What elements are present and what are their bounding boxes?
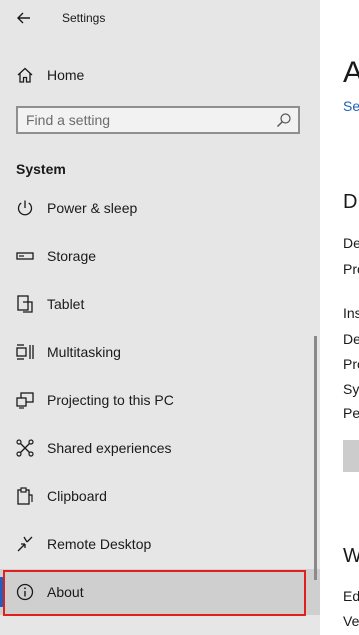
projecting-icon bbox=[16, 392, 34, 409]
nav-home-label: Home bbox=[47, 67, 85, 83]
storage-icon bbox=[16, 252, 34, 260]
scrollbar[interactable] bbox=[314, 336, 317, 580]
content-pane: A Se D De Pro Ins De Pro Sy Pe W Ed Ve bbox=[320, 0, 359, 635]
nav-item-label: Clipboard bbox=[47, 488, 107, 504]
content-link[interactable]: Se bbox=[343, 98, 359, 114]
nav-item-power-sleep[interactable]: Power & sleep bbox=[0, 185, 320, 231]
clipboard-icon bbox=[17, 487, 33, 505]
spec-row-label: Pe bbox=[343, 405, 359, 421]
home-icon bbox=[17, 67, 33, 83]
search-box[interactable] bbox=[16, 106, 300, 134]
nav-item-label: Tablet bbox=[47, 296, 85, 312]
nav-item-remote-desktop[interactable]: Remote Desktop bbox=[0, 521, 320, 567]
section-heading: D bbox=[343, 191, 358, 213]
nav-item-tablet[interactable]: Tablet bbox=[0, 281, 320, 327]
spec-row-label: Ed bbox=[343, 588, 359, 604]
navigation-pane: Settings Home System Power & sleep Stora… bbox=[0, 0, 320, 635]
copy-button[interactable] bbox=[343, 440, 359, 472]
nav-item-label: Projecting to this PC bbox=[47, 392, 174, 408]
page-title: A bbox=[343, 56, 359, 89]
nav-item-label: Power & sleep bbox=[47, 200, 138, 216]
nav-item-about[interactable]: About bbox=[0, 569, 320, 615]
nav-item-projecting[interactable]: Projecting to this PC bbox=[0, 377, 320, 423]
shared-experiences-icon bbox=[16, 439, 34, 457]
section-heading: W bbox=[343, 545, 359, 567]
back-button[interactable] bbox=[12, 6, 36, 30]
nav-item-label: About bbox=[47, 584, 84, 600]
nav-home[interactable]: Home bbox=[0, 58, 320, 92]
nav-item-label: Remote Desktop bbox=[47, 536, 152, 552]
remote-desktop-icon bbox=[17, 536, 33, 552]
spec-row-label: Sy bbox=[343, 381, 359, 397]
nav-item-multitasking[interactable]: Multitasking bbox=[0, 329, 320, 375]
power-icon bbox=[17, 200, 33, 216]
section-title: System bbox=[16, 161, 66, 177]
multitasking-icon bbox=[16, 344, 34, 360]
title-bar: Settings bbox=[0, 0, 320, 36]
search-icon[interactable] bbox=[276, 112, 292, 128]
selection-indicator bbox=[0, 577, 4, 607]
search-input[interactable] bbox=[26, 111, 266, 129]
info-icon bbox=[16, 583, 34, 601]
spec-row-label: Ins bbox=[343, 305, 359, 321]
nav-item-label: Multitasking bbox=[47, 344, 121, 360]
spec-row-label: Ve bbox=[343, 613, 359, 629]
back-arrow-icon bbox=[17, 12, 30, 24]
nav-item-storage[interactable]: Storage bbox=[0, 233, 320, 279]
spec-row-label: Pro bbox=[343, 356, 359, 372]
nav-item-label: Storage bbox=[47, 248, 97, 264]
spec-row-label: Pro bbox=[343, 261, 359, 277]
spec-row-label: De bbox=[343, 331, 359, 347]
tablet-icon bbox=[17, 295, 33, 313]
app-title: Settings bbox=[62, 11, 106, 25]
nav-item-clipboard[interactable]: Clipboard bbox=[0, 473, 320, 519]
nav-item-label: Shared experiences bbox=[47, 440, 172, 456]
spec-row-label: De bbox=[343, 235, 359, 251]
nav-item-shared-experiences[interactable]: Shared experiences bbox=[0, 425, 320, 471]
